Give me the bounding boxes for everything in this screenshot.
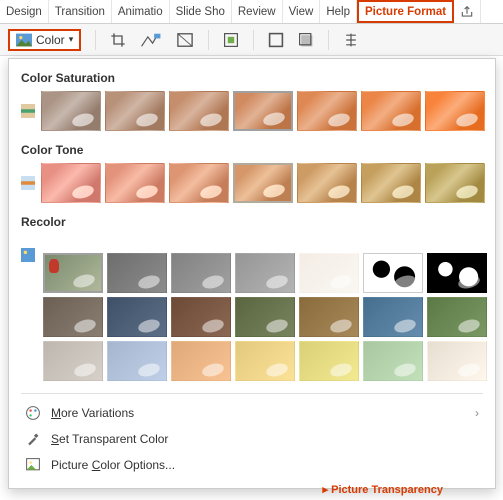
recolor-swatch[interactable] <box>363 253 423 293</box>
chevron-down-icon: ▾ <box>69 34 74 45</box>
recolor-swatch[interactable] <box>43 297 103 337</box>
picture-border-icon[interactable] <box>268 32 284 48</box>
tab-animations[interactable]: Animatio <box>112 0 170 23</box>
separator <box>208 30 209 50</box>
picture-icon <box>16 33 32 47</box>
saturation-swatch[interactable] <box>105 91 165 131</box>
tone-swatch[interactable] <box>169 163 229 203</box>
picture-color-options-label: Picture Color Options... <box>51 458 479 472</box>
recolor-swatch[interactable] <box>171 341 231 381</box>
saturation-swatch[interactable] <box>297 91 357 131</box>
tab-review[interactable]: Review <box>232 0 283 23</box>
chevron-right-icon: › <box>475 406 479 420</box>
recolor-heading: Recolor <box>21 215 483 229</box>
tab-view[interactable]: View <box>283 0 321 23</box>
recolor-swatch[interactable] <box>363 297 423 337</box>
dropdown-menu-items: More Variations › Set Transparent Color … <box>21 393 483 478</box>
picture-color-options-item[interactable]: Picture Color Options... <box>21 452 483 478</box>
recolor-swatch[interactable] <box>107 297 167 337</box>
palette-icon <box>25 405 41 421</box>
saturation-row-icon <box>21 95 35 127</box>
recolor-swatch[interactable] <box>299 341 359 381</box>
tone-swatch[interactable] <box>105 163 165 203</box>
tab-picture-format[interactable]: Picture Format <box>357 0 454 23</box>
tab-help[interactable]: Help <box>320 0 357 23</box>
crop-icon[interactable] <box>110 32 126 48</box>
recolor-swatch[interactable] <box>43 341 103 381</box>
separator <box>328 30 329 50</box>
tone-swatch[interactable] <box>361 163 421 203</box>
color-button-label: Color <box>36 33 65 47</box>
share-icon <box>460 5 474 19</box>
recolor-swatch[interactable] <box>43 253 103 293</box>
tone-row-icon <box>21 167 35 199</box>
transparency-icon[interactable] <box>176 32 194 48</box>
eyedropper-icon <box>25 431 41 447</box>
tab-transitions[interactable]: Transition <box>49 0 112 23</box>
tone-swatch[interactable] <box>233 163 293 203</box>
ribbon-tabstrip: Design Transition Animatio Slide Sho Rev… <box>0 0 503 24</box>
tone-swatch[interactable] <box>297 163 357 203</box>
recolor-swatch[interactable] <box>171 253 231 293</box>
separator <box>95 30 96 50</box>
recolor-swatch[interactable] <box>427 297 487 337</box>
saturation-swatch[interactable] <box>425 91 485 131</box>
tone-swatch[interactable] <box>41 163 101 203</box>
recolor-swatch[interactable] <box>171 297 231 337</box>
recolor-swatch[interactable] <box>235 341 295 381</box>
recolor-swatch[interactable] <box>427 253 487 293</box>
recolor-swatch[interactable] <box>299 297 359 337</box>
saturation-heading: Color Saturation <box>21 71 483 85</box>
align-icon[interactable] <box>343 32 359 48</box>
tab-slideshow[interactable]: Slide Sho <box>170 0 232 23</box>
recolor-swatch[interactable] <box>107 341 167 381</box>
recolor-swatch[interactable] <box>107 253 167 293</box>
saturation-swatch[interactable] <box>361 91 421 131</box>
artistic-effects-icon[interactable] <box>140 32 162 48</box>
recolor-swatch[interactable] <box>235 297 295 337</box>
saturation-swatch[interactable] <box>41 91 101 131</box>
ribbon-toolbar: Color ▾ <box>0 24 503 56</box>
color-dropdown: Color Saturation Color Tone Recolor More… <box>8 58 496 489</box>
more-variations-label: More Variations <box>51 406 465 420</box>
saturation-swatch[interactable] <box>233 91 293 131</box>
saturation-row <box>21 91 483 131</box>
recolor-swatch[interactable] <box>299 253 359 293</box>
recolor-grid <box>43 253 483 381</box>
recolor-swatch[interactable] <box>363 341 423 381</box>
tone-row <box>21 163 483 203</box>
color-button[interactable]: Color ▾ <box>8 29 81 51</box>
recolor-swatch[interactable] <box>427 341 487 381</box>
separator <box>253 30 254 50</box>
set-transparent-label: Set Transparent Color <box>51 432 479 446</box>
saturation-swatch[interactable] <box>169 91 229 131</box>
share-button[interactable] <box>454 0 481 23</box>
compress-icon[interactable] <box>223 32 239 48</box>
recolor-swatch[interactable] <box>235 253 295 293</box>
options-icon <box>25 457 41 473</box>
recolor-row-icon <box>21 239 37 271</box>
more-variations-item[interactable]: More Variations › <box>21 400 483 426</box>
picture-effects-icon[interactable] <box>298 32 314 48</box>
picture-transparency-label[interactable]: Picture Transparency <box>323 483 443 496</box>
set-transparent-item[interactable]: Set Transparent Color <box>21 426 483 452</box>
tone-heading: Color Tone <box>21 143 483 157</box>
tone-swatch[interactable] <box>425 163 485 203</box>
tab-design[interactable]: Design <box>0 0 49 23</box>
